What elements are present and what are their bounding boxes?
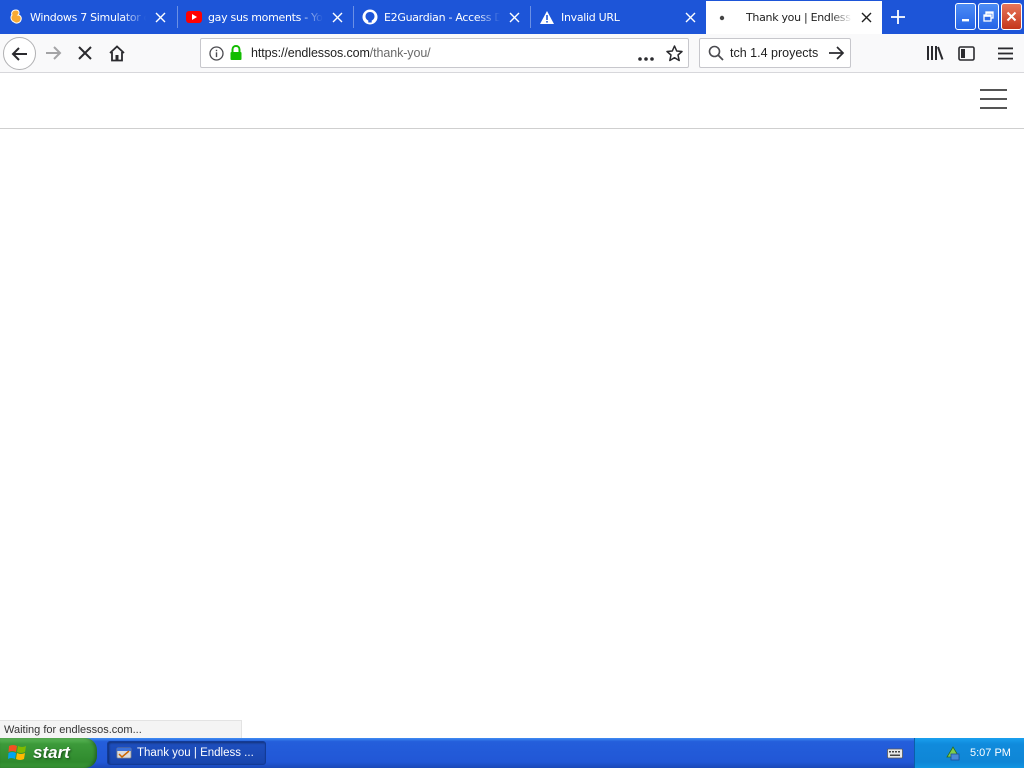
site-header [0, 74, 1024, 129]
tab-invalid-url[interactable]: Invalid URL [531, 2, 706, 32]
site-menu-icon[interactable] [980, 89, 1007, 110]
tab-thank-you[interactable]: Thank you | Endless Computers [706, 1, 882, 34]
plus-icon [891, 10, 905, 24]
menu-line [980, 98, 1007, 100]
go-arrow-icon[interactable] [828, 46, 845, 63]
youtube-icon [186, 9, 202, 25]
forward-arrow-icon [46, 46, 62, 60]
minimize-icon [961, 18, 969, 21]
home-icon [109, 44, 125, 61]
clock: 5:07 PM [970, 747, 1011, 759]
close-icon[interactable] [152, 9, 168, 25]
browser-tabstrip: Windows 7 Simulator on gay sus moments -… [0, 0, 1024, 34]
taskbar: start Thank you | Endless ... 5:07 PM [0, 738, 1024, 768]
home-button[interactable] [106, 43, 128, 63]
warning-icon [539, 9, 555, 25]
keyboard-icon[interactable] [887, 746, 903, 760]
browser-app-icon [116, 747, 132, 759]
forward-button[interactable] [42, 43, 64, 63]
scratch-icon [8, 9, 24, 25]
status-bar: Waiting for endlessos.com... [0, 720, 242, 738]
network-icon[interactable] [945, 745, 961, 761]
start-button[interactable]: start [0, 738, 97, 768]
minimize-button[interactable] [955, 3, 976, 30]
back-arrow-icon [11, 46, 27, 61]
search-input[interactable]: tch 1.4 proyects [730, 46, 818, 60]
page-content [0, 74, 1024, 738]
start-label: start [33, 743, 70, 762]
back-button[interactable] [3, 37, 36, 70]
system-tray: 5:07 PM [914, 738, 1024, 768]
taskbar-window-button[interactable]: Thank you | Endless ... [107, 741, 266, 765]
close-icon[interactable] [858, 10, 874, 26]
new-tab-button[interactable] [886, 5, 910, 29]
tab-windows7-simulator[interactable]: Windows 7 Simulator on [0, 2, 176, 32]
search-icon [708, 45, 724, 64]
search-bar[interactable]: tch 1.4 proyects [699, 38, 851, 68]
menu-line [980, 107, 1007, 109]
stop-button[interactable] [74, 43, 96, 63]
loading-dot-icon [714, 10, 730, 26]
tab-youtube[interactable]: gay sus moments - YouTube [178, 2, 353, 32]
tab-title: E2Guardian - Access Denied [384, 10, 500, 24]
tab-title: gay sus moments - YouTube [208, 10, 323, 24]
browser-navbar: https://endlessos.com/thank-you/ tch 1.4… [0, 34, 1024, 73]
restore-icon [983, 11, 994, 22]
lock-icon[interactable] [229, 44, 243, 64]
library-button[interactable] [924, 43, 946, 63]
menu-line [980, 89, 1007, 91]
sidebar-icon [957, 45, 975, 61]
close-icon[interactable] [329, 9, 345, 25]
taskbar-window-label: Thank you | Endless ... [137, 747, 254, 759]
url-bar[interactable]: https://endlessos.com/thank-you/ [200, 38, 689, 68]
info-icon[interactable] [209, 46, 224, 64]
menu-button[interactable] [994, 43, 1016, 63]
close-window-button[interactable] [1001, 3, 1022, 30]
windows-logo-icon [8, 745, 26, 760]
stop-icon [78, 46, 92, 60]
github-icon [362, 9, 378, 25]
page-actions-icon[interactable] [638, 51, 654, 64]
close-icon[interactable] [682, 9, 698, 25]
close-icon [1006, 11, 1017, 22]
tab-title: Invalid URL [561, 10, 620, 24]
sidebar-button[interactable] [955, 43, 977, 63]
tab-title: Thank you | Endless Computers [746, 11, 852, 24]
close-icon[interactable] [506, 9, 522, 25]
bookmark-star-icon[interactable] [666, 45, 683, 65]
tab-e2guardian[interactable]: E2Guardian - Access Denied [354, 2, 530, 32]
restore-button[interactable] [978, 3, 999, 30]
url-text: https://endlessos.com/thank-you/ [251, 46, 431, 60]
url-path: /thank-you/ [369, 46, 431, 60]
tab-title: Windows 7 Simulator on [30, 10, 146, 24]
library-icon [927, 46, 944, 60]
url-host: https://endlessos.com [251, 46, 370, 60]
hamburger-menu-icon [997, 47, 1013, 59]
